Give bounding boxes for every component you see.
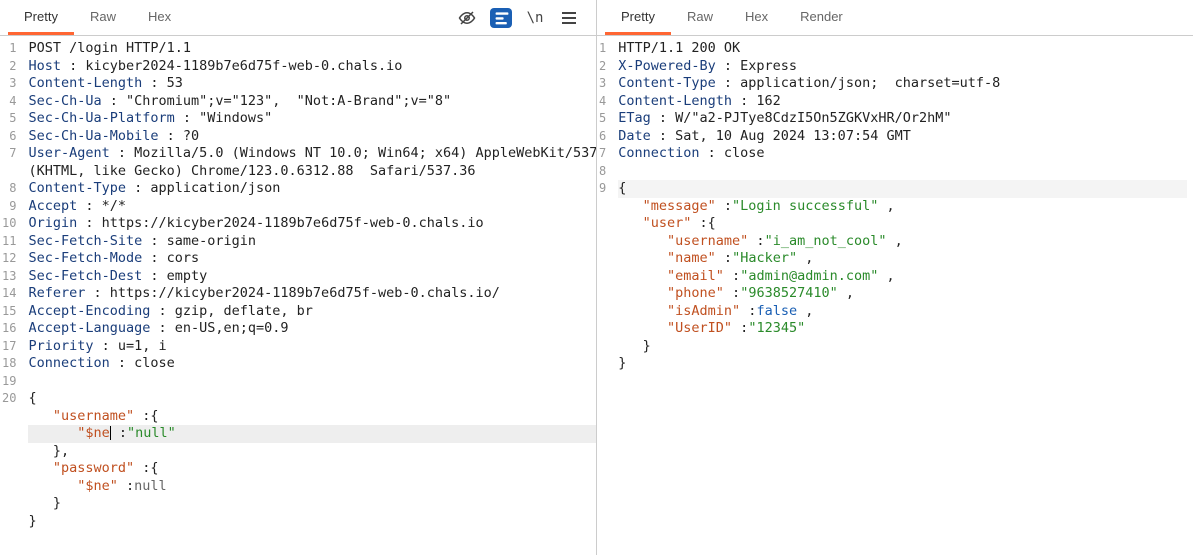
code-line[interactable]: Content-Length : 53 [28, 75, 596, 93]
newline-icon[interactable]: \n [524, 7, 546, 29]
hamburger-icon[interactable] [558, 7, 580, 29]
tab-raw[interactable]: Raw [74, 1, 132, 34]
code-line[interactable]: Sec-Ch-Ua : "Chromium";v="123", "Not:A-B… [28, 93, 596, 111]
code-line[interactable]: Sec-Fetch-Mode : cors [28, 250, 596, 268]
code-line[interactable]: Referer : https://kicyber2024-1189b7e6d7… [28, 285, 596, 303]
code-line[interactable]: { [28, 390, 596, 408]
code-line[interactable]: Connection : close [618, 145, 1187, 163]
code-line[interactable]: Connection : close [28, 355, 596, 373]
code-line[interactable]: "$ne :"null" [28, 425, 596, 443]
code-line[interactable]: Accept : */* [28, 198, 596, 216]
request-gutter: 1234567891011121314151617181920 [0, 36, 22, 555]
request-content[interactable]: 1234567891011121314151617181920 POST /lo… [0, 36, 596, 555]
code-line[interactable]: HTTP/1.1 200 OK [618, 40, 1187, 58]
code-line[interactable]: "name" :"Hacker" , [618, 250, 1187, 268]
response-code[interactable]: HTTP/1.1 200 OKX-Powered-By : ExpressCon… [612, 36, 1193, 555]
tab-raw[interactable]: Raw [671, 1, 729, 34]
request-code[interactable]: POST /login HTTP/1.1Host : kicyber2024-1… [22, 36, 596, 555]
tab-hex[interactable]: Hex [132, 1, 187, 34]
code-line[interactable]: Origin : https://kicyber2024-1189b7e6d75… [28, 215, 596, 233]
code-line[interactable]: Accept-Encoding : gzip, deflate, br [28, 303, 596, 321]
code-line[interactable]: } [28, 513, 596, 531]
code-line[interactable]: "user" :{ [618, 215, 1187, 233]
code-line[interactable]: Accept-Language : en-US,en;q=0.9 [28, 320, 596, 338]
code-line[interactable]: } [28, 495, 596, 513]
response-pane: PrettyRawHexRender 123456789 HTTP/1.1 20… [597, 0, 1193, 555]
request-toolbar: \n [456, 7, 588, 29]
code-line[interactable]: { [618, 180, 1187, 198]
code-line[interactable]: "email" :"admin@admin.com" , [618, 268, 1187, 286]
eye-off-icon[interactable] [456, 7, 478, 29]
code-line[interactable]: Content-Length : 162 [618, 93, 1187, 111]
tab-pretty[interactable]: Pretty [8, 1, 74, 35]
code-line[interactable]: User-Agent : Mozilla/5.0 (Windows NT 10.… [28, 145, 596, 163]
code-line[interactable]: "phone" :"9638527410" , [618, 285, 1187, 303]
code-line[interactable]: "username" :"i_am_not_cool" , [618, 233, 1187, 251]
code-line[interactable]: } [618, 355, 1187, 373]
code-line[interactable]: "password" :{ [28, 460, 596, 478]
response-tabs: PrettyRawHexRender [597, 0, 1193, 36]
render-icon[interactable] [490, 7, 512, 29]
code-line[interactable] [28, 373, 596, 391]
code-line[interactable]: Content-Type : application/json [28, 180, 596, 198]
code-line[interactable]: "message" :"Login successful" , [618, 198, 1187, 216]
tab-render[interactable]: Render [784, 1, 859, 34]
code-line[interactable]: (KHTML, like Gecko) Chrome/123.0.6312.88… [28, 163, 596, 181]
request-tabs: PrettyRawHex \n [0, 0, 596, 36]
code-line[interactable]: Sec-Fetch-Dest : empty [28, 268, 596, 286]
tab-hex[interactable]: Hex [729, 1, 784, 34]
code-line[interactable]: Sec-Ch-Ua-Mobile : ?0 [28, 128, 596, 146]
code-line[interactable]: Sec-Fetch-Site : same-origin [28, 233, 596, 251]
code-line[interactable]: Date : Sat, 10 Aug 2024 13:07:54 GMT [618, 128, 1187, 146]
code-line[interactable]: "isAdmin" :false , [618, 303, 1187, 321]
code-line[interactable]: X-Powered-By : Express [618, 58, 1187, 76]
code-line[interactable]: ETag : W/"a2-PJTye8CdzI5On5ZGKVxHR/Or2hM… [618, 110, 1187, 128]
code-line[interactable]: "UserID" :"12345" [618, 320, 1187, 338]
code-line[interactable]: Host : kicyber2024-1189b7e6d75f-web-0.ch… [28, 58, 596, 76]
code-line[interactable]: Content-Type : application/json; charset… [618, 75, 1187, 93]
code-line[interactable]: } [618, 338, 1187, 356]
code-line[interactable]: "username" :{ [28, 408, 596, 426]
response-content[interactable]: 123456789 HTTP/1.1 200 OKX-Powered-By : … [597, 36, 1193, 555]
response-gutter: 123456789 [597, 36, 612, 555]
code-line[interactable] [618, 163, 1187, 181]
code-line[interactable]: }, [28, 443, 596, 461]
code-line[interactable]: POST /login HTTP/1.1 [28, 40, 596, 58]
code-line[interactable]: "$ne" :null [28, 478, 596, 496]
code-line[interactable]: Priority : u=1, i [28, 338, 596, 356]
request-pane: PrettyRawHex \n 123456789101112131415161… [0, 0, 597, 555]
code-line[interactable]: Sec-Ch-Ua-Platform : "Windows" [28, 110, 596, 128]
tab-pretty[interactable]: Pretty [605, 1, 671, 35]
